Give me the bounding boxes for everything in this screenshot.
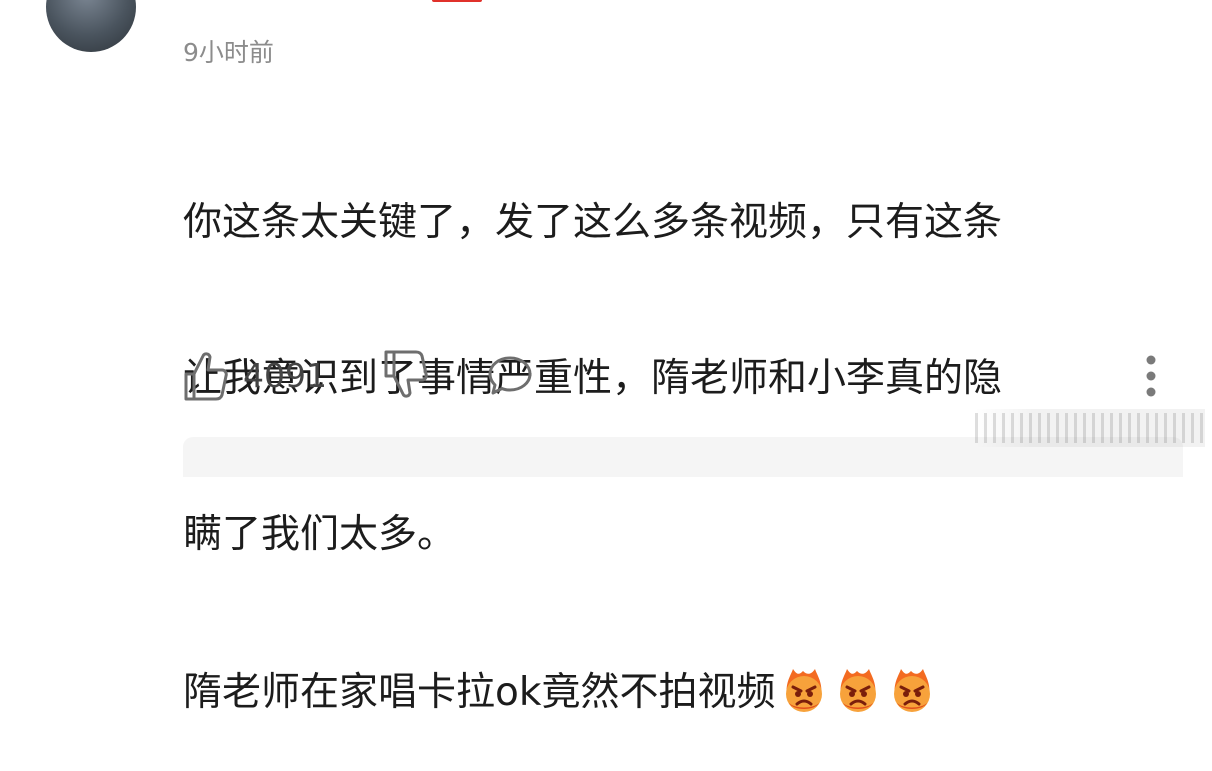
vertical-dots-icon [1136, 354, 1166, 398]
comment-line-3: 瞒了我们太多。 [183, 512, 457, 557]
comment-line-4-text: 隋老师在家唱卡拉ok竟然不拍视频 [183, 670, 776, 715]
dislike-button[interactable] [383, 348, 429, 400]
avatar[interactable] [46, 0, 136, 52]
angry-fire-emoji [833, 665, 883, 715]
angry-fire-emoji [887, 665, 937, 715]
speech-bubble-icon [487, 348, 533, 400]
angry-fire-emoji [779, 665, 829, 715]
comment-timestamp: 9小时前 [183, 38, 274, 67]
thumbs-up-icon [183, 350, 229, 402]
like-button[interactable]: 4091 [183, 348, 327, 404]
comment-actions: 4091 [0, 348, 1212, 408]
comment-line-4: 隋老师在家唱卡拉ok竟然不拍视频 [183, 665, 1173, 719]
reply-button[interactable] [487, 348, 533, 400]
thumbs-down-icon [383, 348, 429, 400]
watermark [975, 409, 1205, 447]
more-options-button[interactable] [1136, 354, 1166, 398]
user-badge [432, 0, 482, 2]
like-count: 4091 [243, 356, 327, 395]
comment-line-1: 你这条太关键了，发了这么多条视频，只有这条 [183, 200, 1003, 245]
